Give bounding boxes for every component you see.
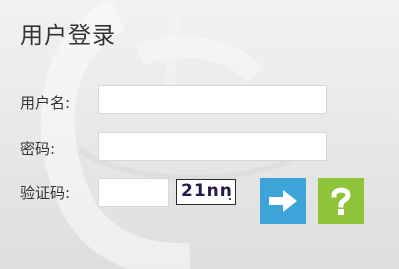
captcha-input[interactable] xyxy=(98,178,169,207)
login-panel: 用户登录 用户名: 密码: 验证码: 21nn xyxy=(0,0,399,269)
username-input[interactable] xyxy=(98,85,327,114)
password-input[interactable] xyxy=(98,132,327,161)
password-label: 密码: xyxy=(20,140,56,158)
login-submit-button[interactable] xyxy=(260,178,306,224)
captcha-noise xyxy=(229,198,231,200)
help-button[interactable] xyxy=(318,178,364,224)
captcha-image[interactable]: 21nn xyxy=(176,179,236,205)
captcha-label: 验证码: xyxy=(20,184,71,202)
page-title: 用户登录 xyxy=(20,23,116,49)
captcha-image-text: 21nn xyxy=(181,181,233,201)
arrow-right-icon xyxy=(269,190,297,212)
question-mark-icon xyxy=(331,187,351,215)
username-label: 用户名: xyxy=(20,94,71,112)
